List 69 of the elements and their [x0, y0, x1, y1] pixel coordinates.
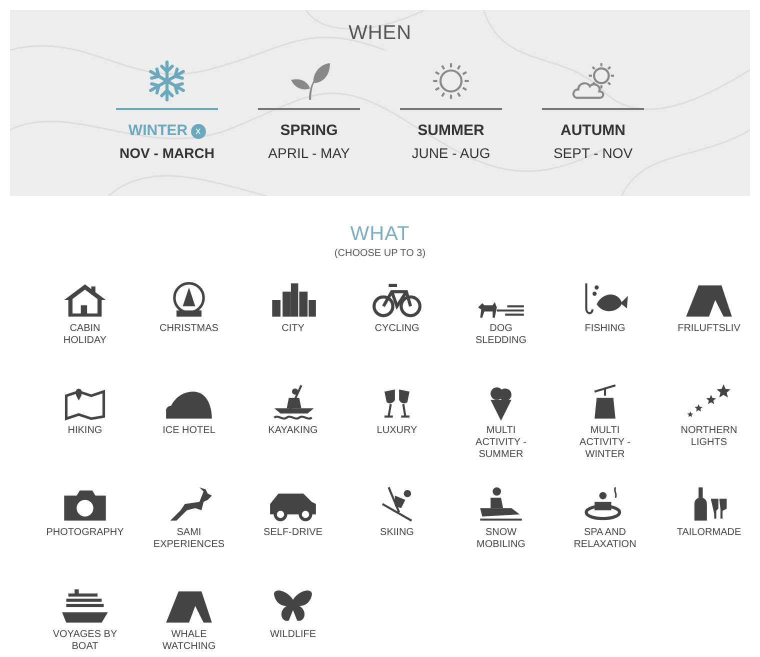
dog-sled-icon [476, 302, 526, 319]
activity-label: CHRISTMAS [160, 323, 218, 335]
activity-label: PHOTOGRAPHY [46, 527, 124, 539]
activity-option[interactable]: CHRISTMAS [137, 281, 241, 383]
activity-label: TAILORMADE [676, 527, 742, 539]
activity-option[interactable]: ICE HOTEL [137, 383, 241, 485]
season-option[interactable]: AUTUMN SEPT - NOV [522, 60, 664, 164]
season-option[interactable]: SUMMER JUNE - AUG [380, 60, 522, 164]
activity-option[interactable]: WHALE WATCHING [137, 587, 241, 657]
activity-option[interactable]: SPA AND RELAXATION [553, 485, 657, 587]
activity-label: VOYAGES BY BOAT [52, 629, 118, 653]
activity-label: MULTI ACTIVITY - WINTER [580, 425, 630, 461]
section-title: WHAT [350, 222, 410, 246]
activity-option[interactable]: SNOW MOBILING [449, 485, 553, 587]
activity-label: WILDLIFE [270, 629, 316, 641]
season-name: SUMMER [418, 121, 484, 141]
activity-option[interactable]: KAYAKING [241, 383, 345, 485]
section-title: WHEN [348, 21, 412, 46]
cruise-ship-icon [60, 587, 110, 625]
activity-label: WHALE WATCHING [162, 629, 216, 653]
season-name: WINTER [128, 121, 188, 141]
bicycle-icon [372, 281, 422, 319]
season-option[interactable]: SPRING APRIL - MAY [238, 60, 380, 164]
activity-label: HIKING [68, 425, 102, 437]
activity-option[interactable]: FRILUFTSLIV [657, 281, 760, 383]
snowflake-icon [146, 60, 188, 102]
activity-label: DOG SLEDDING [475, 323, 527, 347]
activity-label: CABIN HOLIDAY [63, 323, 107, 347]
activity-option[interactable]: TAILORMADE [657, 485, 760, 587]
activity-option[interactable]: HIKING [33, 383, 137, 485]
season-months: APRIL - MAY [268, 144, 350, 162]
season-months: SEPT - NOV [553, 144, 633, 162]
activity-label: FISHING [584, 323, 626, 335]
activity-label: CYCLING [374, 323, 420, 335]
activity-option[interactable]: FISHING [553, 281, 657, 383]
activity-label: CITY [282, 323, 304, 335]
activity-option[interactable]: SELF-DRIVE [241, 485, 345, 587]
activity-label: KAYAKING [268, 425, 318, 437]
activity-option[interactable]: MULTI ACTIVITY - WINTER [553, 383, 657, 485]
activity-option[interactable]: CYCLING [345, 281, 449, 383]
activity-option[interactable]: DOG SLEDDING [449, 281, 553, 383]
activity-label: SKIING [380, 527, 414, 539]
activity-label: LUXURY [376, 425, 418, 437]
activity-option[interactable]: SAMI EXPERIENCES [137, 485, 241, 587]
activity-option[interactable]: SKIING [345, 485, 449, 587]
activity-option[interactable]: PHOTOGRAPHY [33, 485, 137, 587]
activity-option[interactable]: CABIN HOLIDAY [33, 281, 137, 383]
activity-option[interactable]: LUXURY [345, 383, 449, 485]
cloud-sun-icon [572, 60, 614, 102]
section-subtitle: (CHOOSE UP TO 3) [334, 247, 426, 261]
activity-option[interactable]: NORTHERN LIGHTS [657, 383, 760, 485]
season-name: AUTUMN [560, 121, 626, 141]
activity-label: SPA AND RELAXATION [574, 527, 636, 551]
activity-label: SAMI EXPERIENCES [153, 527, 225, 551]
activity-label: MULTI ACTIVITY - SUMMER [476, 425, 526, 461]
sun-icon [430, 60, 472, 102]
activity-label: SELF-DRIVE [264, 527, 322, 539]
season-option[interactable]: WINTER x NOV - MARCH [96, 60, 238, 164]
season-name: SPRING [280, 121, 338, 141]
activity-option[interactable]: MULTI ACTIVITY - SUMMER [449, 383, 553, 485]
activity-label: ICE HOTEL [162, 425, 216, 437]
activity-label: FRILUFTSLIV [678, 323, 740, 335]
season-months: NOV - MARCH [120, 144, 214, 162]
activity-label: SNOW MOBILING [476, 527, 526, 551]
activity-label: NORTHERN LIGHTS [680, 425, 738, 449]
activity-option[interactable]: CITY [241, 281, 345, 383]
activity-option[interactable]: WILDLIFE [241, 587, 345, 657]
activity-option[interactable]: VOYAGES BY BOAT [33, 587, 137, 657]
season-months: JUNE - AUG [412, 144, 490, 162]
